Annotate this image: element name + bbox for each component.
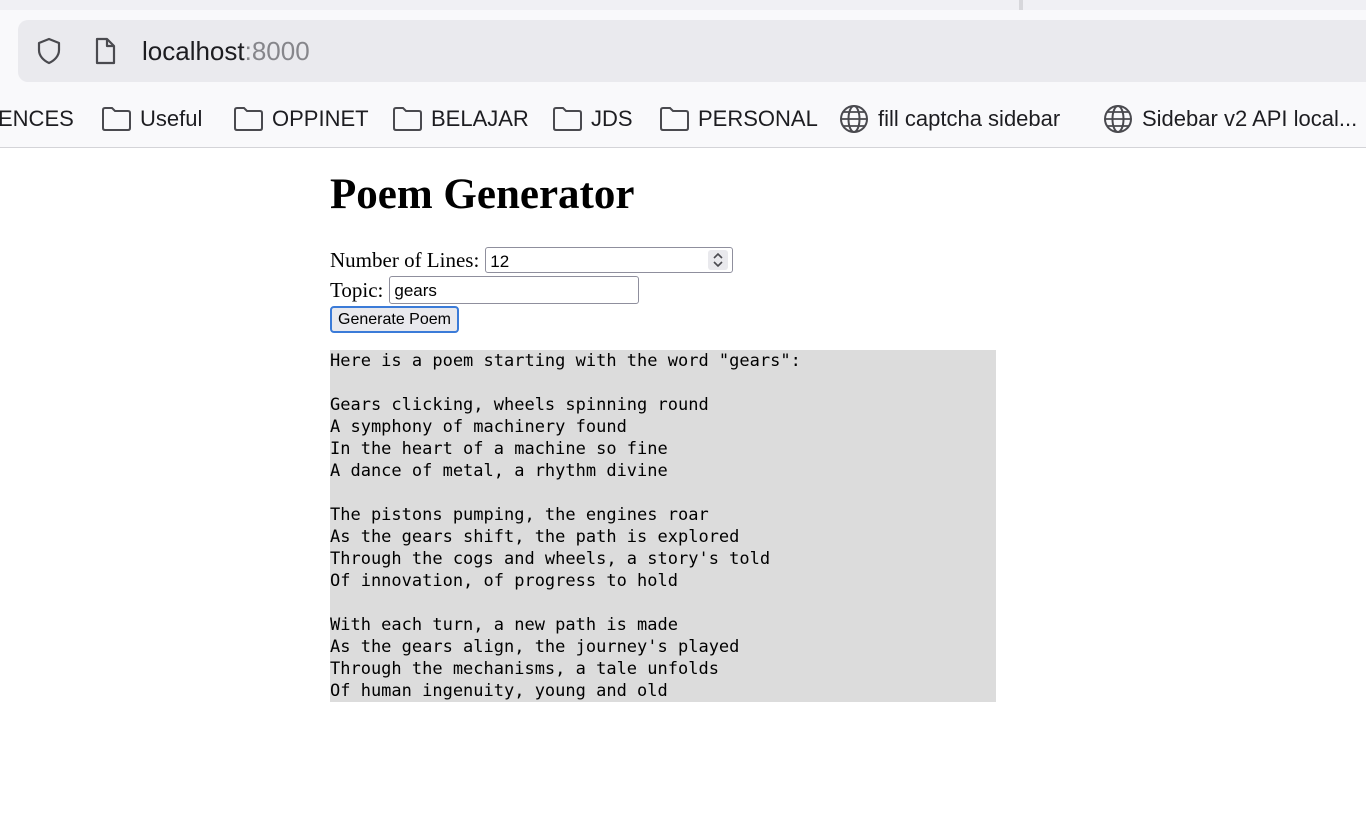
lines-number-field[interactable] <box>485 247 734 274</box>
shield-icon[interactable] <box>34 36 64 66</box>
bookmark-folder-oppinet[interactable]: OPPINET <box>233 99 369 139</box>
bookmark-label: OPPINET <box>272 106 369 131</box>
globe-icon <box>1104 105 1132 133</box>
generate-poem-button[interactable]: Generate Poem <box>330 306 459 333</box>
lines-label: Number of Lines: <box>330 247 480 272</box>
bookmark-label: Sidebar v2 API local... <box>1142 106 1358 131</box>
bookmark-label: JDS <box>591 106 633 131</box>
bookmark-sidebar-v2-api[interactable]: Sidebar v2 API local... <box>1102 99 1357 139</box>
bookmark-folder-sciences[interactable]: ENCES <box>0 99 74 139</box>
folder-icon <box>553 107 582 131</box>
browser-toolbar: localhost:8000 ENCES Useful OPPINET BELA… <box>0 0 1366 148</box>
url-text[interactable]: localhost:8000 <box>142 33 310 69</box>
bookmark-label: PERSONAL <box>698 106 818 131</box>
url-host: localhost <box>142 36 245 66</box>
bookmark-label: fill captcha sidebar <box>878 106 1061 131</box>
page-title: Poem Generator <box>330 171 635 218</box>
bookmark-fill-captcha-sidebar[interactable]: fill captcha sidebar <box>838 99 1060 139</box>
bookmark-folder-jds[interactable]: JDS <box>552 99 633 139</box>
tab-strip <box>0 0 1366 10</box>
url-port: :8000 <box>244 36 310 66</box>
folder-icon <box>102 107 131 131</box>
bookmark-label: ENCES <box>0 106 74 131</box>
address-bar[interactable]: localhost:8000 <box>18 20 1366 82</box>
topic-row: Topic: <box>330 276 640 304</box>
poem-output: Here is a poem starting with the word "g… <box>330 350 996 702</box>
bookmark-label: Useful <box>140 106 203 131</box>
folder-icon <box>393 107 422 131</box>
bookmark-folder-personal[interactable]: PERSONAL <box>659 99 818 139</box>
bookmark-label: BELAJAR <box>431 106 529 131</box>
bookmark-folder-useful[interactable]: Useful <box>101 99 202 139</box>
folder-icon <box>234 107 263 131</box>
folder-icon <box>660 107 689 131</box>
bookmark-folder-belajar[interactable]: BELAJAR <box>392 99 529 139</box>
topic-label: Topic: <box>330 277 384 302</box>
lines-row: Number of Lines: <box>330 247 734 274</box>
topic-field[interactable] <box>389 276 640 304</box>
topic-input[interactable] <box>390 279 635 303</box>
bookmarks-bar: ENCES Useful OPPINET BELAJAR JDS PERSONA… <box>0 99 1366 139</box>
stepper-icon[interactable] <box>708 250 729 270</box>
tab-divider <box>1019 0 1023 10</box>
page-icon[interactable] <box>90 36 120 66</box>
lines-input[interactable] <box>486 250 701 274</box>
globe-icon <box>840 105 868 133</box>
